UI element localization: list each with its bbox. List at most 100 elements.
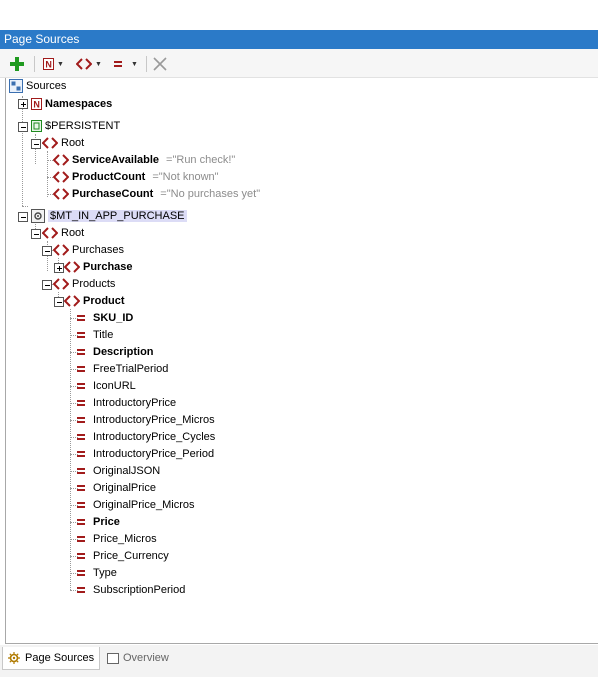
- tree-node-iap-root[interactable]: Root: [42, 225, 84, 241]
- item-value: ="Not known": [152, 171, 219, 183]
- purchases-label: Purchases: [72, 244, 124, 256]
- namespaces-label: Namespaces: [45, 98, 113, 110]
- sources-tree[interactable]: Sources N Namespaces $PERSISTENT Root Se…: [5, 78, 598, 644]
- tree-node-product[interactable]: Product: [64, 293, 125, 309]
- tree-node-attribute[interactable]: IntroductoryPrice: [77, 395, 176, 411]
- tree-node-attribute[interactable]: Description: [77, 344, 154, 360]
- products-label: Products: [72, 278, 116, 290]
- tree-node-attribute[interactable]: OriginalPrice_Micros: [77, 497, 194, 513]
- iap-root-label: Root: [61, 227, 85, 239]
- plus-icon: [10, 57, 24, 71]
- tree-node-products[interactable]: Products: [53, 276, 115, 292]
- toolbar: N ▼ ▼ ▼: [0, 49, 598, 78]
- collapse-purchases-toggle[interactable]: [42, 246, 52, 256]
- attribute-icon: [77, 501, 86, 509]
- overview-icon: [107, 652, 119, 664]
- collapse-product-toggle[interactable]: [54, 297, 64, 307]
- tree-node-attribute[interactable]: IntroductoryPrice_Micros: [77, 412, 215, 428]
- delete-button[interactable]: [153, 55, 167, 73]
- item-value: ="Run check!": [166, 154, 236, 166]
- tree-node-namespaces[interactable]: N Namespaces: [31, 96, 112, 112]
- attribute-icon: [77, 331, 86, 339]
- tree-node-attribute[interactable]: OriginalPrice: [77, 480, 156, 496]
- tree-node-attribute[interactable]: SubscriptionPeriod: [77, 582, 185, 598]
- persistent-tree-icon: [31, 120, 42, 132]
- tree-node-persistent-item[interactable]: ProductCount ="Not known": [53, 169, 219, 185]
- element-icon: [64, 261, 80, 273]
- expand-purchase-toggle[interactable]: [54, 263, 64, 273]
- tree-node-persistent-root[interactable]: Root: [42, 135, 84, 151]
- tab-overview[interactable]: Overview: [104, 647, 184, 669]
- tree-node-attribute[interactable]: Title: [77, 327, 113, 343]
- attribute-icon: [77, 586, 86, 594]
- expand-namespaces-toggle[interactable]: [18, 99, 28, 109]
- add-attribute-button[interactable]: ▼: [114, 55, 138, 73]
- attribute-label: FreeTrialPeriod: [93, 363, 169, 375]
- svg-text:N: N: [33, 100, 40, 110]
- chevron-down-icon[interactable]: ▼: [95, 61, 102, 68]
- tree-node-attribute[interactable]: OriginalJSON: [77, 463, 160, 479]
- element-icon: [53, 154, 69, 166]
- item-name: ProductCount: [72, 171, 146, 183]
- tree-node-sources[interactable]: Sources: [9, 78, 66, 94]
- collapse-products-toggle[interactable]: [42, 280, 52, 290]
- tree-node-purchases[interactable]: Purchases: [53, 242, 124, 258]
- element-icon: [42, 227, 58, 239]
- chevron-down-icon[interactable]: ▼: [131, 61, 138, 68]
- tree-node-persistent-item[interactable]: PurchaseCount ="No purchases yet": [53, 186, 260, 202]
- chevron-down-icon[interactable]: ▼: [57, 61, 64, 68]
- namespace-icon: N: [31, 98, 42, 110]
- attribute-label: Type: [93, 567, 117, 579]
- attribute-label: IntroductoryPrice: [93, 397, 177, 409]
- sources-icon: [9, 79, 23, 93]
- attribute-label: IconURL: [93, 380, 136, 392]
- collapse-persistent-root-toggle[interactable]: [31, 139, 41, 149]
- element-icon: [53, 278, 69, 290]
- attribute-label: SubscriptionPeriod: [93, 584, 186, 596]
- attribute-icon: [114, 60, 123, 68]
- tree-node-attribute[interactable]: IconURL: [77, 378, 136, 394]
- item-name: PurchaseCount: [72, 188, 154, 200]
- svg-text:N: N: [45, 60, 52, 70]
- tree-node-attribute[interactable]: Type: [77, 565, 117, 581]
- attribute-icon: [77, 484, 86, 492]
- item-name: ServiceAvailable: [72, 154, 160, 166]
- tree-node-attribute[interactable]: FreeTrialPeriod: [77, 361, 168, 377]
- tree-node-attribute[interactable]: SKU_ID: [77, 310, 133, 326]
- tree-node-purchase[interactable]: Purchase: [64, 259, 133, 275]
- attribute-label: OriginalPrice_Micros: [93, 499, 195, 511]
- tab-page-sources[interactable]: Page Sources: [2, 647, 100, 670]
- attribute-icon: [77, 348, 86, 356]
- tree-node-attribute[interactable]: Price_Currency: [77, 548, 169, 564]
- attribute-label: OriginalJSON: [93, 465, 161, 477]
- add-namespace-button[interactable]: N ▼: [43, 55, 64, 73]
- attribute-label: Price: [93, 516, 120, 528]
- attribute-label: Price_Micros: [93, 533, 157, 545]
- attribute-icon: [77, 535, 86, 543]
- add-button[interactable]: [10, 55, 24, 73]
- attribute-icon: [77, 467, 86, 475]
- element-icon: [53, 188, 69, 200]
- gear-icon: [8, 652, 20, 664]
- tree-node-attribute[interactable]: Price: [77, 514, 120, 530]
- tree-node-attribute[interactable]: IntroductoryPrice_Cycles: [77, 429, 215, 445]
- tree-node-persistent-item[interactable]: ServiceAvailable ="Run check!": [53, 152, 235, 168]
- tree-node-persistent[interactable]: $PERSISTENT: [31, 118, 120, 134]
- panel-title: Page Sources: [0, 30, 598, 49]
- element-icon: [76, 58, 92, 70]
- sources-label: Sources: [26, 80, 67, 92]
- attribute-label: Description: [93, 346, 154, 358]
- item-value: ="No purchases yet": [160, 188, 261, 200]
- bottom-tabs: Page Sources Overview: [0, 645, 598, 677]
- purchase-label: Purchase: [83, 261, 133, 273]
- attribute-icon: [77, 314, 86, 322]
- namespace-icon: N: [43, 58, 54, 70]
- collapse-iap-root-toggle[interactable]: [31, 229, 41, 239]
- collapse-persistent-toggle[interactable]: [18, 122, 28, 132]
- tree-node-attribute[interactable]: Price_Micros: [77, 531, 157, 547]
- element-icon: [64, 295, 80, 307]
- tree-node-attribute[interactable]: IntroductoryPrice_Period: [77, 446, 214, 462]
- collapse-iap-toggle[interactable]: [18, 212, 28, 222]
- add-element-button[interactable]: ▼: [76, 55, 102, 73]
- tree-node-iap[interactable]: $MT_IN_APP_PURCHASE: [31, 208, 187, 224]
